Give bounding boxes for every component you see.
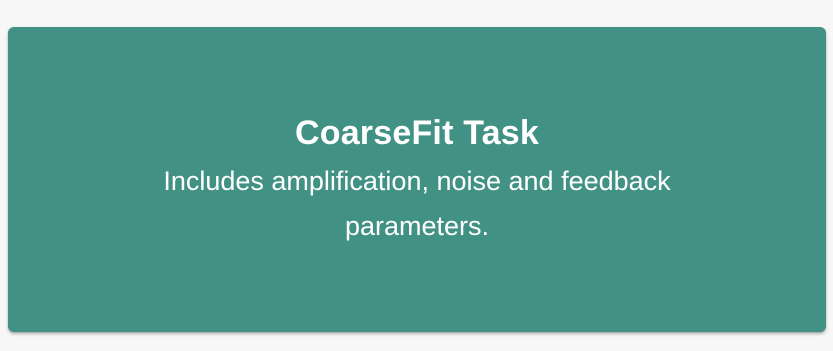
card-title: CoarseFit Task	[294, 113, 540, 152]
card-description: Includes amplification, noise and feedba…	[163, 165, 671, 241]
coarsefit-task-card[interactable]: CoarseFit Task Includes amplification, n…	[8, 27, 826, 332]
